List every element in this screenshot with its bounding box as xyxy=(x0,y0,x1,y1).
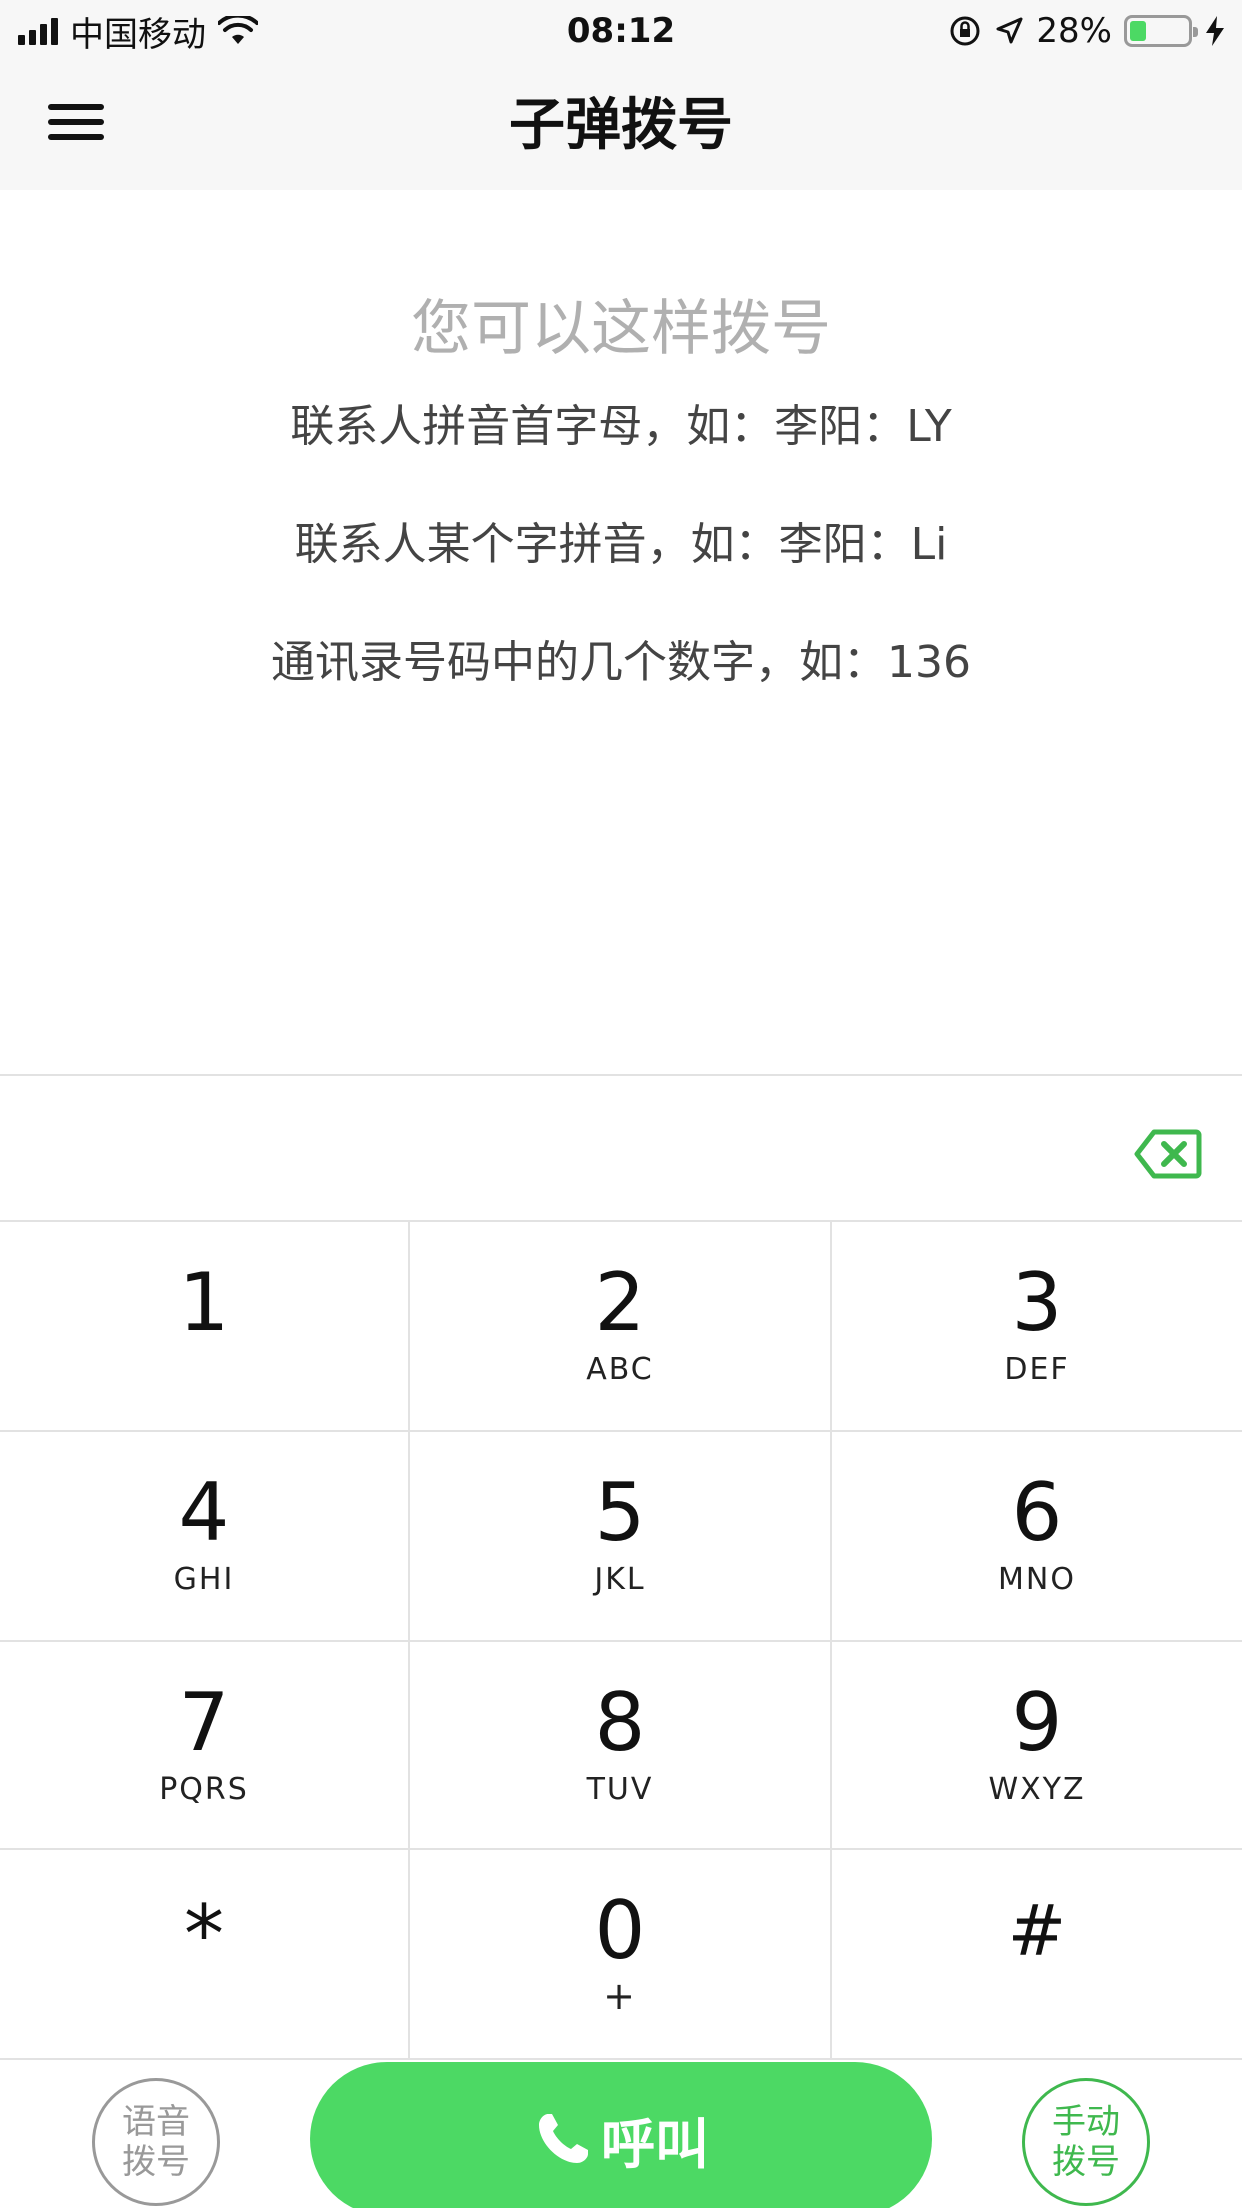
key-hash[interactable]: # xyxy=(832,1850,1242,2060)
status-right: 28% xyxy=(948,8,1226,54)
voice-dial-label: 语音 xyxy=(122,2102,190,2142)
number-input-row[interactable] xyxy=(0,1074,1242,1222)
hint-line: 联系人某个字拼音，如：李阳：Li xyxy=(294,519,948,570)
hint-title: 您可以这样拨号 xyxy=(411,294,831,364)
key-digit: 7 xyxy=(178,1676,230,1769)
key-9[interactable]: 9 WXYZ xyxy=(832,1642,1242,1850)
battery-percent: 28% xyxy=(1036,11,1112,51)
key-letters: WXYZ xyxy=(988,1772,1086,1807)
status-bar: 中国移动 08:12 28% xyxy=(0,0,1242,62)
key-6[interactable]: 6 MNO xyxy=(832,1432,1242,1642)
key-letters: JKL xyxy=(594,1562,646,1597)
call-button[interactable]: 呼叫 xyxy=(310,2062,932,2208)
voice-dial-label: 拨号 xyxy=(122,2142,190,2182)
manual-dial-label: 手动 xyxy=(1052,2102,1120,2142)
key-digit: # xyxy=(1007,1890,1067,1972)
key-digit: 1 xyxy=(178,1256,230,1349)
key-digit: 3 xyxy=(1011,1256,1063,1349)
bottom-action-bar: 语音 拨号 呼叫 手动 拨号 xyxy=(0,2060,1242,2208)
key-letters: DEF xyxy=(1004,1352,1070,1387)
nav-bar: 子弹拨号 xyxy=(0,62,1242,190)
charging-bolt-icon xyxy=(1206,16,1224,46)
voice-dial-button[interactable]: 语音 拨号 xyxy=(92,2078,220,2206)
key-digit: 0 xyxy=(594,1884,646,1977)
manual-dial-button[interactable]: 手动 拨号 xyxy=(1022,2078,1150,2206)
key-4[interactable]: 4 GHI xyxy=(0,1432,410,1642)
key-star[interactable]: * xyxy=(0,1850,410,2060)
hint-line: 联系人拼音首字母，如：李阳：LY xyxy=(290,401,952,452)
key-digit: * xyxy=(184,1888,224,1981)
key-0[interactable]: 0 + xyxy=(410,1850,832,2060)
key-2[interactable]: 2 ABC xyxy=(410,1222,832,1432)
battery-icon xyxy=(1124,15,1198,47)
key-digit: 9 xyxy=(1011,1676,1063,1769)
dial-hint-panel: 您可以这样拨号 联系人拼音首字母，如：李阳：LY 联系人某个字拼音，如：李阳：L… xyxy=(0,190,1242,1074)
key-letters: GHI xyxy=(173,1562,235,1597)
key-7[interactable]: 7 PQRS xyxy=(0,1642,410,1850)
key-digit: 5 xyxy=(594,1466,646,1559)
page-title: 子弹拨号 xyxy=(509,93,733,158)
key-1[interactable]: 1 xyxy=(0,1222,410,1432)
key-digit: 8 xyxy=(594,1676,646,1769)
key-8[interactable]: 8 TUV xyxy=(410,1642,832,1850)
rotation-lock-icon xyxy=(950,16,980,46)
call-label: 呼叫 xyxy=(601,2112,709,2176)
key-digit: 4 xyxy=(178,1466,230,1559)
hint-line: 通讯录号码中的几个数字，如：136 xyxy=(271,637,971,688)
key-3[interactable]: 3 DEF xyxy=(832,1222,1242,1432)
key-digit: 6 xyxy=(1011,1466,1063,1559)
location-arrow-icon xyxy=(996,17,1023,44)
key-letters: TUV xyxy=(586,1772,654,1807)
key-letters: + xyxy=(603,1974,637,2018)
dial-keypad: 1 2 ABC 3 DEF 4 GHI 5 JKL 6 MNO 7 PQRS 8 TUV 9W… xyxy=(0,1222,1242,2060)
key-5[interactable]: 5 JKL xyxy=(410,1432,832,1642)
key-letters: MNO xyxy=(998,1562,1076,1597)
phone-icon xyxy=(539,2114,588,2163)
key-digit: 2 xyxy=(594,1256,646,1349)
backspace-icon[interactable] xyxy=(1134,1128,1202,1180)
battery-fill xyxy=(1130,21,1146,41)
manual-dial-label: 拨号 xyxy=(1052,2142,1120,2182)
key-letters: PQRS xyxy=(159,1772,249,1807)
key-letters: ABC xyxy=(586,1352,654,1387)
